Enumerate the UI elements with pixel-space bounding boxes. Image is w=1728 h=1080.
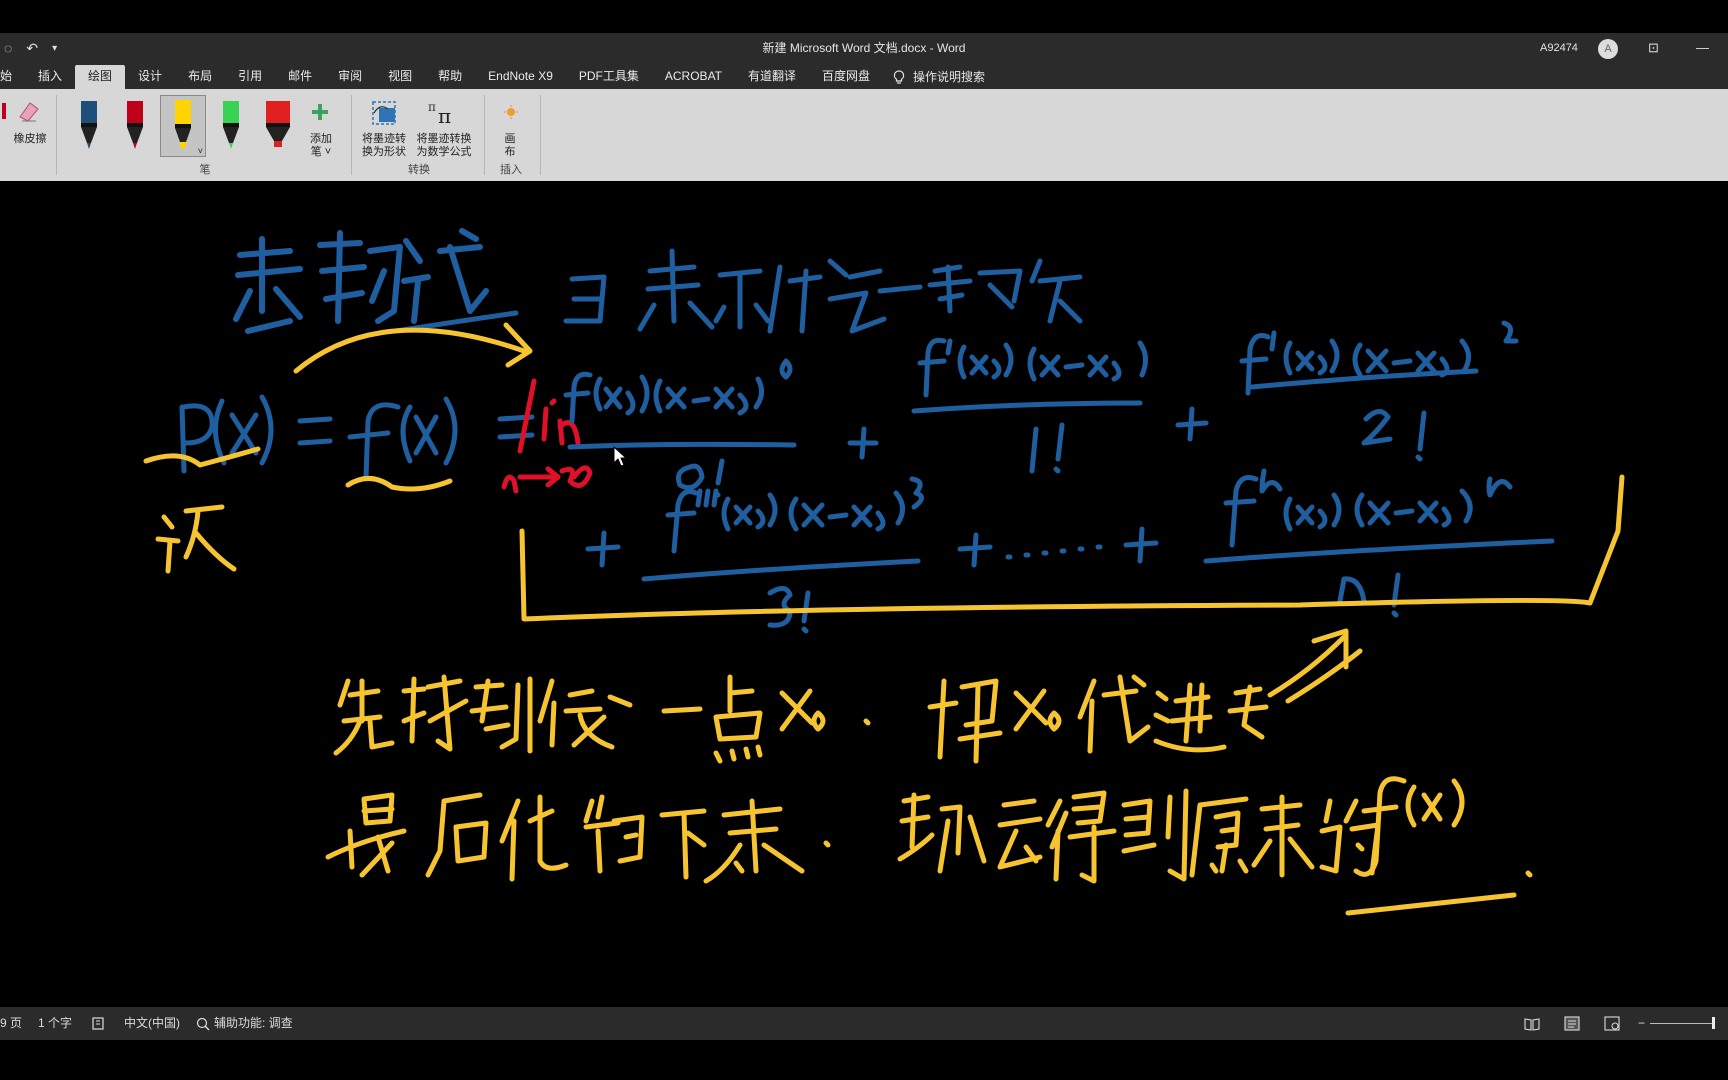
ink-plus-1 [847, 426, 879, 460]
ink-yellow-sentence-1 [333, 674, 1269, 764]
ink-ellipsis-plus [957, 526, 1159, 568]
pen-green-icon[interactable] [218, 99, 244, 157]
svg-text:π: π [428, 100, 436, 114]
ink-yellow-bracket [519, 474, 1625, 704]
tab-endnote[interactable]: EndNote X9 [475, 65, 566, 89]
tab-home[interactable]: 始 [0, 65, 25, 89]
tell-me-search[interactable]: 操作说明搜索 [883, 65, 995, 89]
tab-youdao[interactable]: 有道翻译 [735, 65, 809, 89]
tab-baidu-netdisk[interactable]: 百度网盘 [809, 65, 883, 89]
add-pen-icon[interactable] [311, 103, 329, 121]
ink-term-0 [563, 358, 797, 498]
page-count[interactable]: 9 页 [0, 1007, 22, 1040]
lightbulb-icon [893, 69, 905, 84]
separator [56, 95, 57, 175]
ink-px-equals-fx [179, 394, 535, 480]
ink-to-shape-icon[interactable] [370, 99, 400, 127]
ribbon-draw: 橡皮擦 ˅ 添加 笔 ˅ 笔 π π 将墨迹转 换为形状 将墨迹转换 为数学公式… [0, 89, 1728, 181]
separator [484, 95, 485, 175]
add-pen-label[interactable]: 添加 笔 ˅ [304, 133, 338, 159]
svg-text:π: π [438, 104, 451, 127]
convert-group: π π 将墨迹转 换为形状 将墨迹转换 为数学公式 转换 [356, 93, 482, 179]
language-indicator[interactable]: 中文(中国) [124, 1007, 180, 1040]
top-black-margin [0, 0, 1728, 33]
highlighter-yellow-icon [175, 100, 191, 148]
separator [351, 95, 352, 175]
tab-pdf-tools[interactable]: PDF工具集 [566, 65, 652, 89]
tell-me-label: 操作说明搜索 [913, 70, 986, 84]
ink-yellow-underlines [143, 446, 453, 574]
pens-group-label: 笔 [199, 164, 211, 176]
zoom-out-button[interactable]: − [1638, 1007, 1645, 1040]
print-layout-icon[interactable] [1564, 1016, 1580, 1031]
tab-review[interactable]: 审阅 [325, 65, 375, 89]
tab-design[interactable]: 设计 [125, 65, 175, 89]
tools-group: 橡皮擦 [0, 93, 55, 179]
separator [540, 95, 541, 175]
insert-group-label: 插入 [500, 164, 522, 176]
tab-help[interactable]: 帮助 [425, 65, 475, 89]
bottom-black-margin [0, 1040, 1728, 1080]
lasso-icon[interactable] [0, 101, 8, 121]
avatar[interactable]: A [1598, 39, 1618, 59]
ribbon-display-options-icon[interactable]: ⊡ [1648, 33, 1659, 63]
pen-red-icon[interactable] [122, 99, 148, 157]
pen-blue-icon[interactable] [76, 99, 102, 157]
drawing-canvas-label[interactable]: 画 布 [496, 133, 524, 159]
chevron-down-icon: ˅ [197, 146, 203, 156]
ink-plus-2 [1175, 406, 1209, 442]
tab-insert[interactable]: 插入 [25, 65, 75, 89]
ink-to-math-icon[interactable]: π π [426, 97, 460, 127]
tab-acrobat[interactable]: ACROBAT [652, 65, 735, 89]
word-count[interactable]: 1 个字 [38, 1007, 72, 1040]
accessibility-icon[interactable] [196, 1017, 210, 1031]
tab-view[interactable]: 视图 [375, 65, 425, 89]
ink-title-taylor [233, 228, 519, 334]
minimize-icon[interactable]: — [1696, 33, 1709, 63]
title-bar: ◌ ↶ ▾ 新建 Microsoft Word 文档.docx - Word A… [0, 33, 1728, 63]
ink-yellow-sentence-2 [325, 776, 1533, 916]
ink-exists-phrase [563, 248, 1083, 334]
ink-to-shape-label[interactable]: 将墨迹转 换为形状 [356, 133, 412, 159]
ink-term-n [1203, 468, 1555, 618]
convert-group-label: 转换 [408, 164, 430, 176]
read-mode-icon[interactable] [1524, 1017, 1540, 1031]
ink-plus-3 [585, 530, 621, 568]
eraser-icon[interactable] [16, 99, 42, 123]
tab-mailings[interactable]: 邮件 [275, 65, 325, 89]
tab-layout[interactable]: 布局 [175, 65, 225, 89]
accessibility-status[interactable]: 辅助功能: 调查 [214, 1007, 293, 1040]
ribbon-tabs: 始 插入 绘图 设计 布局 引用 邮件 审阅 视图 帮助 EndNote X9 … [0, 63, 1728, 89]
ink-yellow-arrow [293, 322, 533, 374]
ink-term-2 [1239, 320, 1519, 462]
handwritten-ink [143, 228, 1625, 916]
web-layout-icon[interactable] [1604, 1016, 1620, 1031]
document-canvas[interactable] [0, 181, 1728, 1007]
tab-references[interactable]: 引用 [225, 65, 275, 89]
highlighter-red-icon[interactable] [262, 99, 294, 157]
ink-to-math-label[interactable]: 将墨迹转换 为数学公式 [412, 133, 476, 159]
eraser-label: 橡皮擦 [13, 133, 47, 145]
zoom-slider-track[interactable] [1650, 1023, 1715, 1024]
insert-group: 画 布 插入 [488, 93, 534, 179]
account-name[interactable]: A92474 [1540, 33, 1578, 63]
tab-draw[interactable]: 绘图 [75, 65, 126, 89]
proofing-icon[interactable] [92, 1017, 106, 1030]
mouse-cursor-icon [613, 446, 627, 467]
drawing-canvas-icon[interactable] [504, 105, 518, 119]
zoom-slider-thumb[interactable] [1712, 1017, 1715, 1029]
highlighter-yellow-selected[interactable]: ˅ [160, 95, 206, 157]
status-bar: 9 页 1 个字 中文(中国) 辅助功能: 调查 − [0, 1007, 1728, 1040]
ink-term-1 [911, 337, 1148, 474]
document-title: 新建 Microsoft Word 文档.docx - Word [762, 41, 966, 55]
pens-group: ˅ 添加 笔 ˅ 笔 [62, 93, 348, 179]
